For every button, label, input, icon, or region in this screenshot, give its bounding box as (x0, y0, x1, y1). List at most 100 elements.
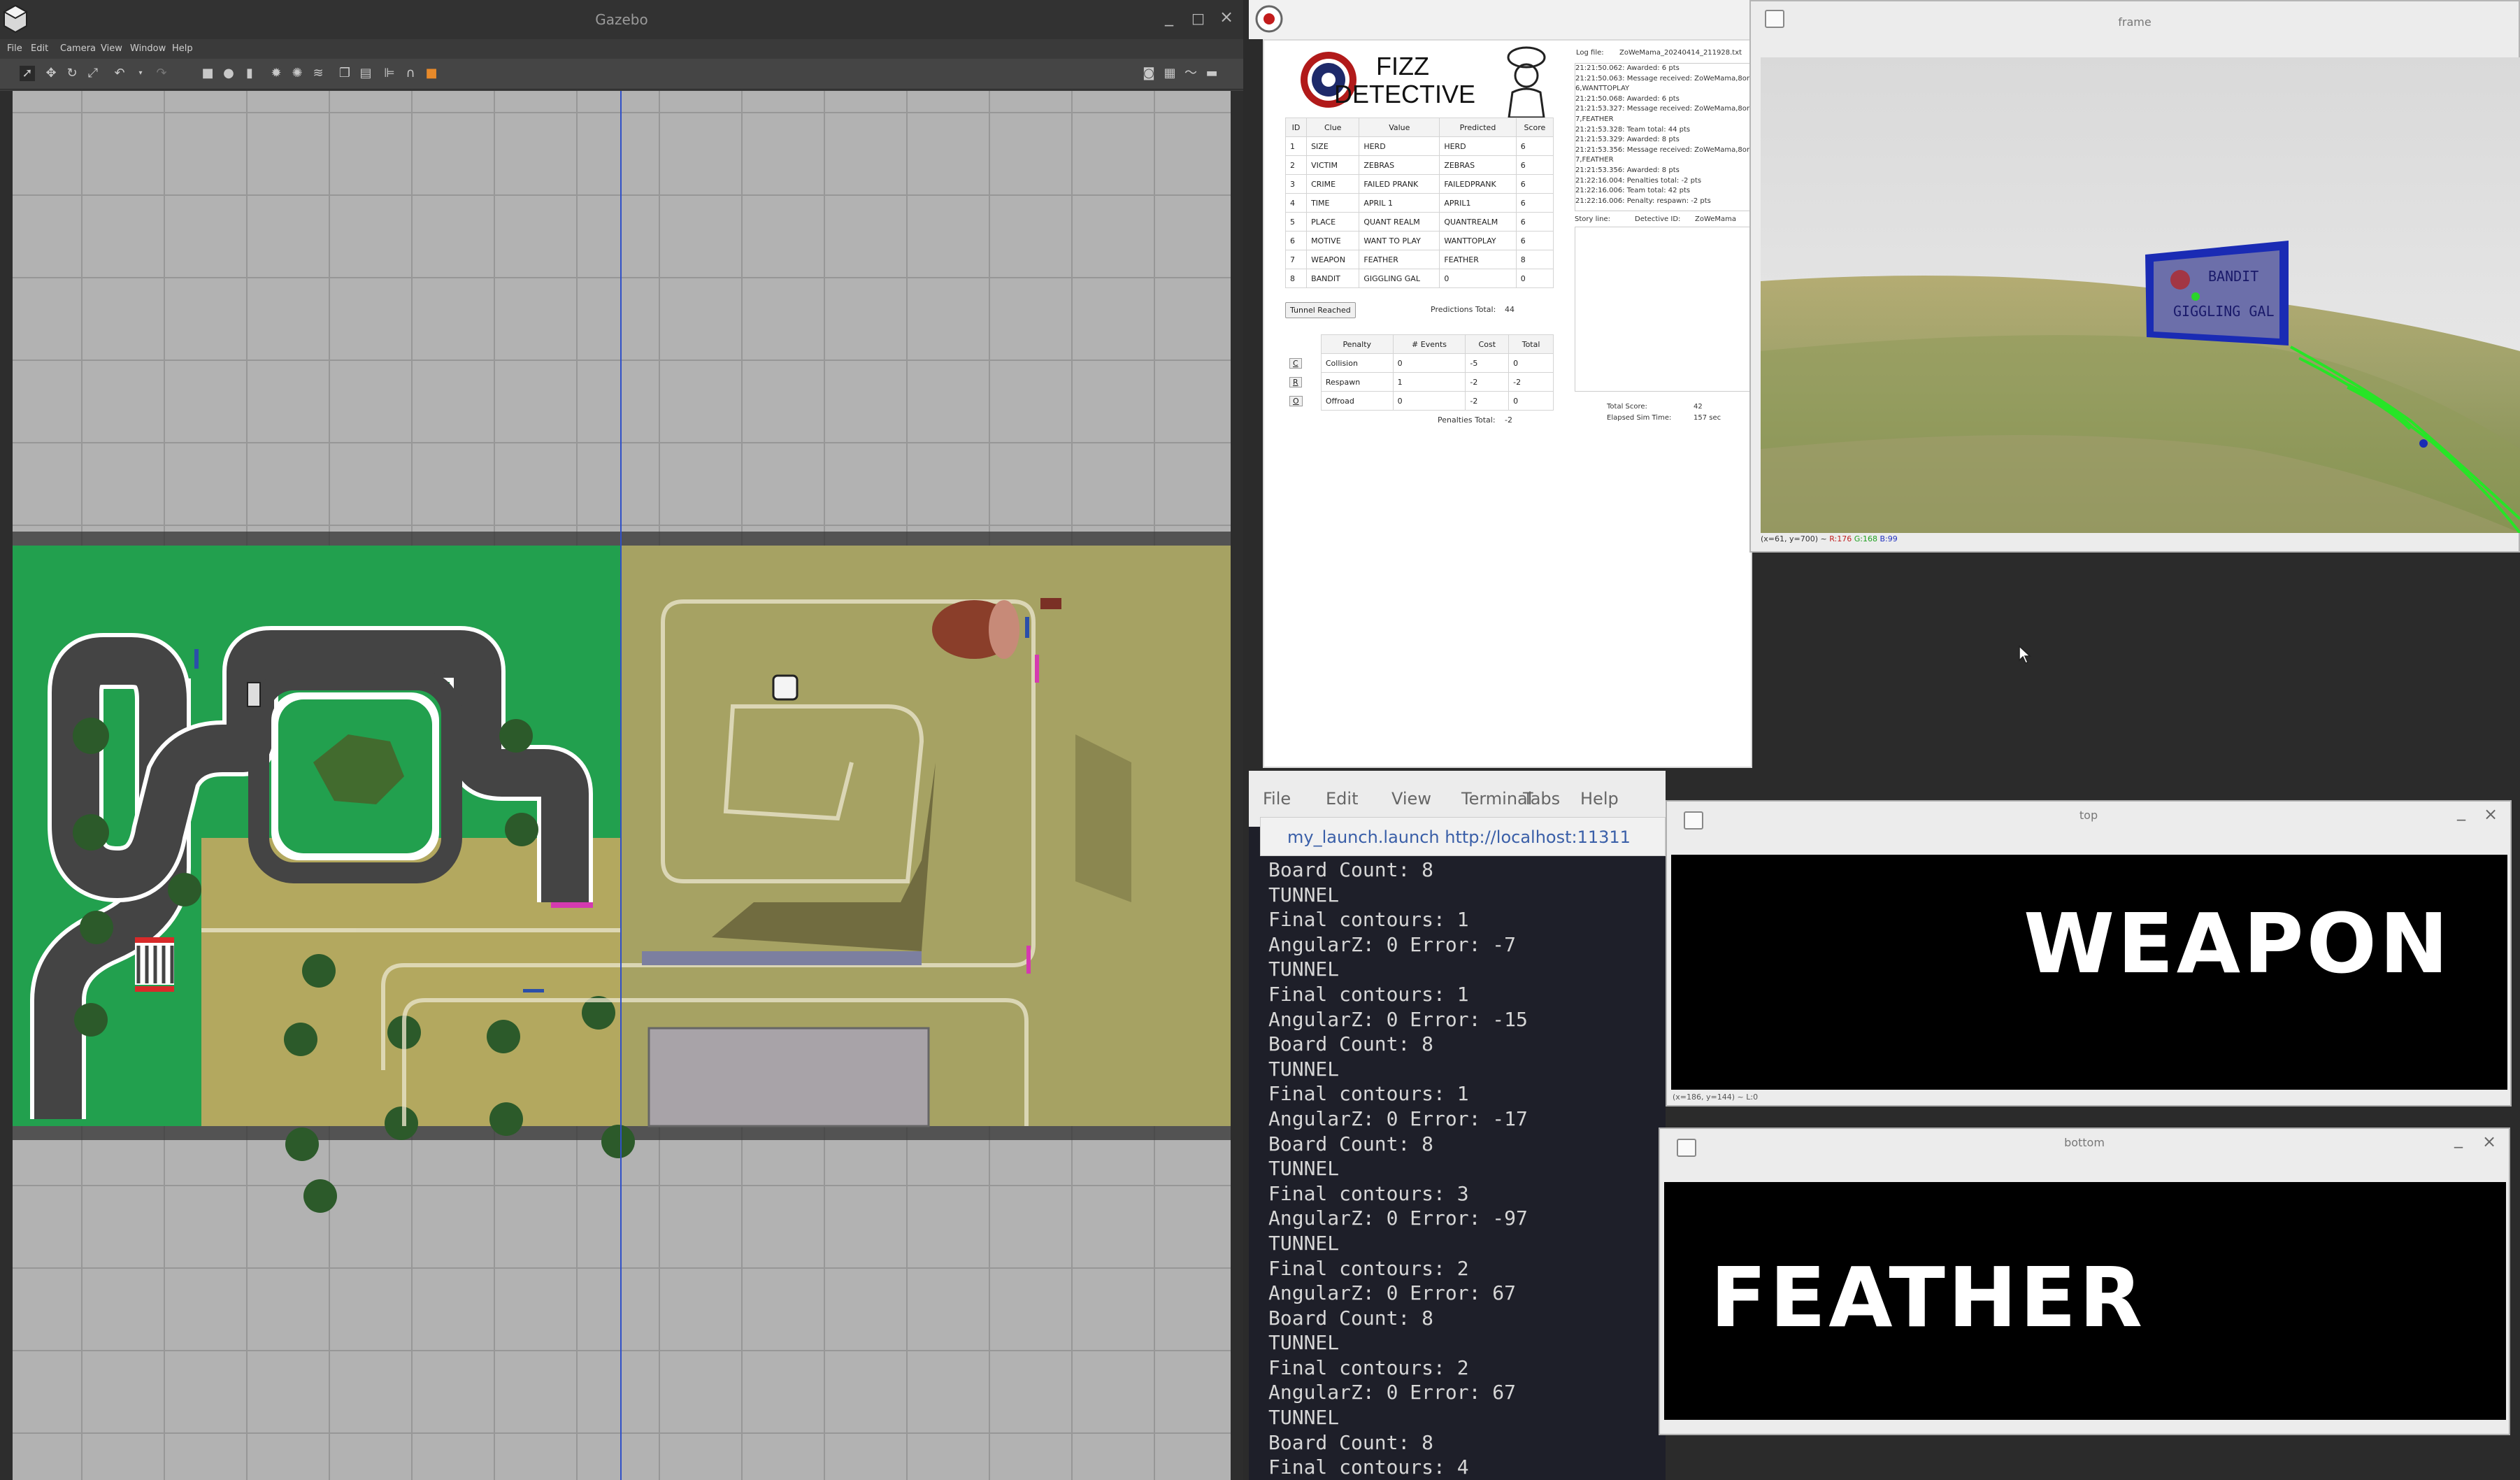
terminal-line: TUNNEL (1268, 1231, 1340, 1255)
menu-view[interactable]: View (1391, 789, 1431, 809)
total-score-value: 42 (1694, 403, 1703, 411)
gazebo-logo-icon (3, 4, 28, 34)
close-icon[interactable]: × (1219, 7, 1233, 27)
menu-help[interactable]: Help (172, 43, 193, 54)
undo-icon[interactable]: ↶ (112, 66, 127, 81)
menu-edit[interactable]: Edit (1326, 789, 1358, 809)
video-record-icon[interactable]: ▬ (1204, 66, 1219, 81)
menu-tabs[interactable]: Tabs (1523, 789, 1560, 809)
menu-window[interactable]: Window (130, 43, 166, 54)
maximize-icon[interactable]: □ (1191, 10, 1205, 27)
penalty-table: Penalty # Events Cost Total C Collision 0-… (1285, 334, 1554, 411)
table-cell: WANTTOPLAY (1439, 231, 1517, 250)
terminal-line: TUNNEL (1268, 958, 1340, 981)
minimize-icon[interactable]: _ (2457, 802, 2465, 821)
undo-history-icon[interactable]: ▾ (133, 66, 148, 81)
table-cell: GIGGLING GAL (1359, 269, 1440, 288)
table-cell: FAILEDPRANK (1439, 174, 1517, 194)
menu-file[interactable]: File (7, 43, 22, 54)
minimize-icon[interactable]: _ (1165, 7, 1173, 27)
table-cell: FAILED PRANK (1359, 174, 1440, 194)
menu-camera[interactable]: Camera (60, 43, 96, 54)
table-cell: 1 (1284, 136, 1308, 156)
right-panel-handle[interactable] (1231, 91, 1243, 1480)
scale-mode-icon[interactable]: ⤢ (85, 66, 101, 81)
tunnel-reached-button[interactable]: Tunnel Reached (1285, 302, 1356, 318)
pixel-readout: (x=186, y=144) ~ L:0 (1673, 1093, 1759, 1102)
redo-icon[interactable]: ↷ (154, 66, 169, 81)
menu-help[interactable]: Help (1580, 789, 1619, 809)
table-cell: 6 (1515, 193, 1554, 213)
terminal-output[interactable]: Board Count: 8 TUNNEL Final contours: 1 Ang… (1268, 858, 1681, 1480)
table-cell: 5 (1284, 212, 1308, 232)
plot-icon[interactable]: 〜 (1183, 66, 1198, 81)
menu-edit[interactable]: Edit (31, 43, 48, 54)
copy-icon[interactable]: ❐ (337, 66, 352, 81)
left-panel-handle[interactable] (0, 91, 13, 1480)
story-line-area[interactable] (1575, 227, 1752, 392)
log-line: 6,WANTTOPLAY (1575, 85, 1630, 93)
table-cell: 0 (1392, 353, 1466, 373)
pixel-b: B:99 (1880, 534, 1898, 543)
box-shape-icon[interactable]: ■ (200, 66, 215, 81)
table-cell: PLACE (1306, 212, 1360, 232)
menu-file[interactable]: File (1263, 789, 1291, 809)
pixel-g: G:168 (1854, 534, 1877, 543)
terminal-line: Board Count: 8 (1268, 1132, 1434, 1155)
penalty-button[interactable]: C (1289, 357, 1302, 369)
table-cell: MOTIVE (1306, 231, 1360, 250)
select-mode-icon[interactable]: ➚ (20, 66, 35, 81)
total-score-label: Total Score: (1607, 403, 1647, 411)
table-cell: ZEBRAS (1439, 155, 1517, 175)
table-cell: APRIL1 (1439, 193, 1517, 213)
log-line: 21:22:16.006: Team total: 42 pts (1575, 187, 1691, 195)
translate-mode-icon[interactable]: ✥ (43, 66, 59, 81)
col-header: Cost (1465, 334, 1510, 354)
sphere-shape-icon[interactable]: ● (221, 66, 236, 81)
terminal-line: Final contours: 3 (1268, 1181, 1469, 1205)
table-cell: QUANT REALM (1359, 212, 1440, 232)
close-icon[interactable]: × (2484, 804, 2498, 824)
menu-view[interactable]: View (101, 43, 122, 54)
log-text-area[interactable]: 21:21:50.062: Awarded: 6 pts 21:21:50.063… (1575, 63, 1752, 211)
table-cell: ZEBRAS (1359, 155, 1440, 175)
table-cell: FEATHER (1439, 250, 1517, 269)
gazebo-window: Gazebo _ □ × File Edit Camera View Windo… (0, 0, 1243, 1480)
terminal-line: AngularZ: 0 Error: 67 (1268, 1381, 1517, 1404)
penalty-button[interactable]: O (1289, 395, 1303, 406)
window-title: Gazebo (0, 0, 1243, 39)
rotate-mode-icon[interactable]: ↻ (64, 66, 80, 81)
directional-light-icon[interactable]: ≋ (310, 66, 326, 81)
table-row: 4 TIME APRIL 1 APRIL1 6 (1284, 193, 1554, 213)
log-line: 21:22:16.006: Penalty: respawn: -2 pts (1575, 197, 1711, 205)
menu-terminal[interactable]: Terminal (1461, 789, 1532, 809)
point-light-icon[interactable]: ✹ (269, 66, 284, 81)
table-cell: Collision (1320, 353, 1394, 373)
terminal-tab[interactable]: my_launch.launch http://localhost:11311 (1260, 817, 1666, 856)
pixel-readout: (x=61, y=700) ~ R:176 G:168 B:99 (1761, 534, 1898, 543)
table-cell: 6 (1515, 155, 1554, 175)
table-cell: 8 (1284, 269, 1308, 288)
elapsed-time-label: Elapsed Sim Time: (1607, 414, 1672, 422)
screenshot-icon[interactable]: ◙ (1141, 66, 1157, 81)
penalties-total-label: Penalties Total: (1438, 415, 1496, 425)
cylinder-shape-icon[interactable]: ▮ (242, 66, 257, 81)
penalty-button[interactable]: R (1289, 376, 1302, 387)
log-icon[interactable]: ▦ (1162, 66, 1177, 81)
terminal-line: TUNNEL (1268, 883, 1340, 906)
col-header: # Events (1392, 334, 1466, 354)
log-line: 7,FEATHER (1575, 115, 1614, 123)
gazebo-3d-viewport[interactable] (13, 91, 1231, 1480)
log-line: 21:21:53.356: Awarded: 8 pts (1575, 166, 1680, 174)
minimize-icon[interactable]: _ (2454, 1129, 2463, 1148)
camera-feed-image: BANDIT GIGGLING GAL (1761, 57, 2520, 533)
spot-light-icon[interactable]: ✺ (289, 66, 305, 81)
close-icon[interactable]: × (2482, 1132, 2496, 1151)
snap-icon[interactable]: ∩ (403, 66, 418, 81)
table-cell: R (1285, 373, 1321, 392)
align-icon[interactable]: ⊫ (382, 66, 397, 81)
table-cell: SIZE (1306, 136, 1360, 156)
table-row: 1 SIZE HERD HERD 6 (1284, 136, 1554, 156)
change-view-icon[interactable]: ■ (424, 66, 439, 81)
paste-icon[interactable]: ▤ (358, 66, 373, 81)
